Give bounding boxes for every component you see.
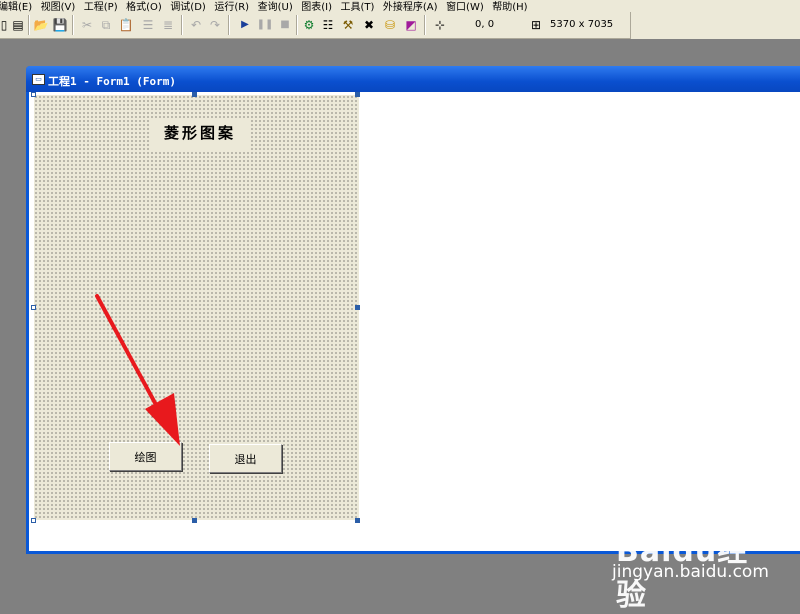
resize-handle-top-right[interactable] <box>355 92 360 97</box>
size-readout: 5370 x 7035 <box>550 19 614 30</box>
draw-button[interactable]: 绘图 <box>109 442 182 471</box>
toolbar-separator <box>424 15 426 35</box>
copy-icon[interactable]: ⧉ <box>98 17 114 33</box>
resize-handle-top-left[interactable] <box>31 92 36 97</box>
window-title: 工程1 - Form1 (Form) <box>48 75 176 88</box>
position-readout: 0, 0 <box>475 19 495 30</box>
designer-client-area: 菱形图案 绘图 退出 <box>29 92 800 551</box>
window-titlebar[interactable]: ▭ 工程1 - Form1 (Form) <box>26 66 800 92</box>
toolbox-icon[interactable]: ⛁ <box>382 17 398 33</box>
baidu-watermark: Baidu经验 jingyan.baidu.com <box>608 510 778 613</box>
project-explorer-icon[interactable]: ⚙ <box>301 17 317 33</box>
form-layout-icon[interactable]: ⚒ <box>340 17 356 33</box>
properties-window-icon[interactable]: ☷ <box>320 17 336 33</box>
menu-edit[interactable]: 编辑(E) <box>0 2 37 12</box>
resize-handle-top[interactable] <box>192 92 197 97</box>
cut-icon[interactable]: ✂ <box>79 17 95 33</box>
menu-debug[interactable]: 调试(D) <box>166 2 211 12</box>
menu-format[interactable]: 格式(O) <box>122 2 167 12</box>
resize-handle-right[interactable] <box>355 305 360 310</box>
title-label[interactable]: 菱形图案 <box>150 119 250 150</box>
data-view-icon[interactable]: ◩ <box>403 17 419 33</box>
watermark-url: jingyan.baidu.com <box>612 562 769 582</box>
toolbar-separator <box>72 15 74 35</box>
menu-bar: 编辑(E) 视图(V) 工程(P) 格式(O) 调试(D) 运行(R) 查询(U… <box>0 0 800 12</box>
toolbar-separator <box>28 15 30 35</box>
resize-handle-bottom-right[interactable] <box>355 518 360 523</box>
menu-editor-icon[interactable]: ▤ <box>10 17 26 33</box>
open-folder-icon[interactable]: 📂 <box>33 17 49 33</box>
exit-button[interactable]: 退出 <box>209 444 282 473</box>
menu-run[interactable]: 运行(R) <box>210 2 254 12</box>
toolbar-separator <box>296 15 298 35</box>
object-browser-icon[interactable]: ✖ <box>361 17 377 33</box>
paste-icon[interactable]: 📋 <box>118 17 134 33</box>
start-icon[interactable]: ▶ <box>237 17 253 33</box>
menu-addins[interactable]: 外接程序(A) <box>379 2 443 12</box>
toolbar-separator <box>181 15 183 35</box>
menu-query[interactable]: 查询(U) <box>254 2 298 12</box>
menu-project[interactable]: 工程(P) <box>80 2 123 12</box>
menu-window[interactable]: 窗口(W) <box>442 2 489 12</box>
resize-handle-bottom-left[interactable] <box>31 518 36 523</box>
align-icon[interactable]: ≣ <box>160 17 176 33</box>
menu-tools[interactable]: 工具(T) <box>336 2 379 12</box>
position-icon: ⊹ <box>434 18 446 32</box>
redo-icon[interactable]: ↷ <box>207 17 223 33</box>
menu-view[interactable]: 视图(V) <box>37 2 81 12</box>
resize-handle-left[interactable] <box>31 305 36 310</box>
docked-pane-header <box>630 12 800 39</box>
form-window-icon: ▭ <box>32 74 45 85</box>
menu-diagram[interactable]: 图表(I) <box>297 2 337 12</box>
resize-handle-bottom[interactable] <box>192 518 197 523</box>
size-icon: ⊞ <box>530 18 542 32</box>
break-icon[interactable]: ❚❚ <box>257 17 274 33</box>
form1-design-surface[interactable]: 菱形图案 绘图 退出 <box>34 95 359 520</box>
save-icon[interactable]: 💾 <box>52 17 68 33</box>
toolbar-separator <box>228 15 230 35</box>
undo-icon[interactable]: ↶ <box>188 17 204 33</box>
end-icon[interactable]: ■ <box>277 17 293 33</box>
find-icon[interactable]: ☰ <box>140 17 156 33</box>
form-designer-window: ▭ 工程1 - Form1 (Form) 菱形图案 绘图 退出 <box>26 66 800 554</box>
menu-help[interactable]: 帮助(H) <box>488 2 532 12</box>
